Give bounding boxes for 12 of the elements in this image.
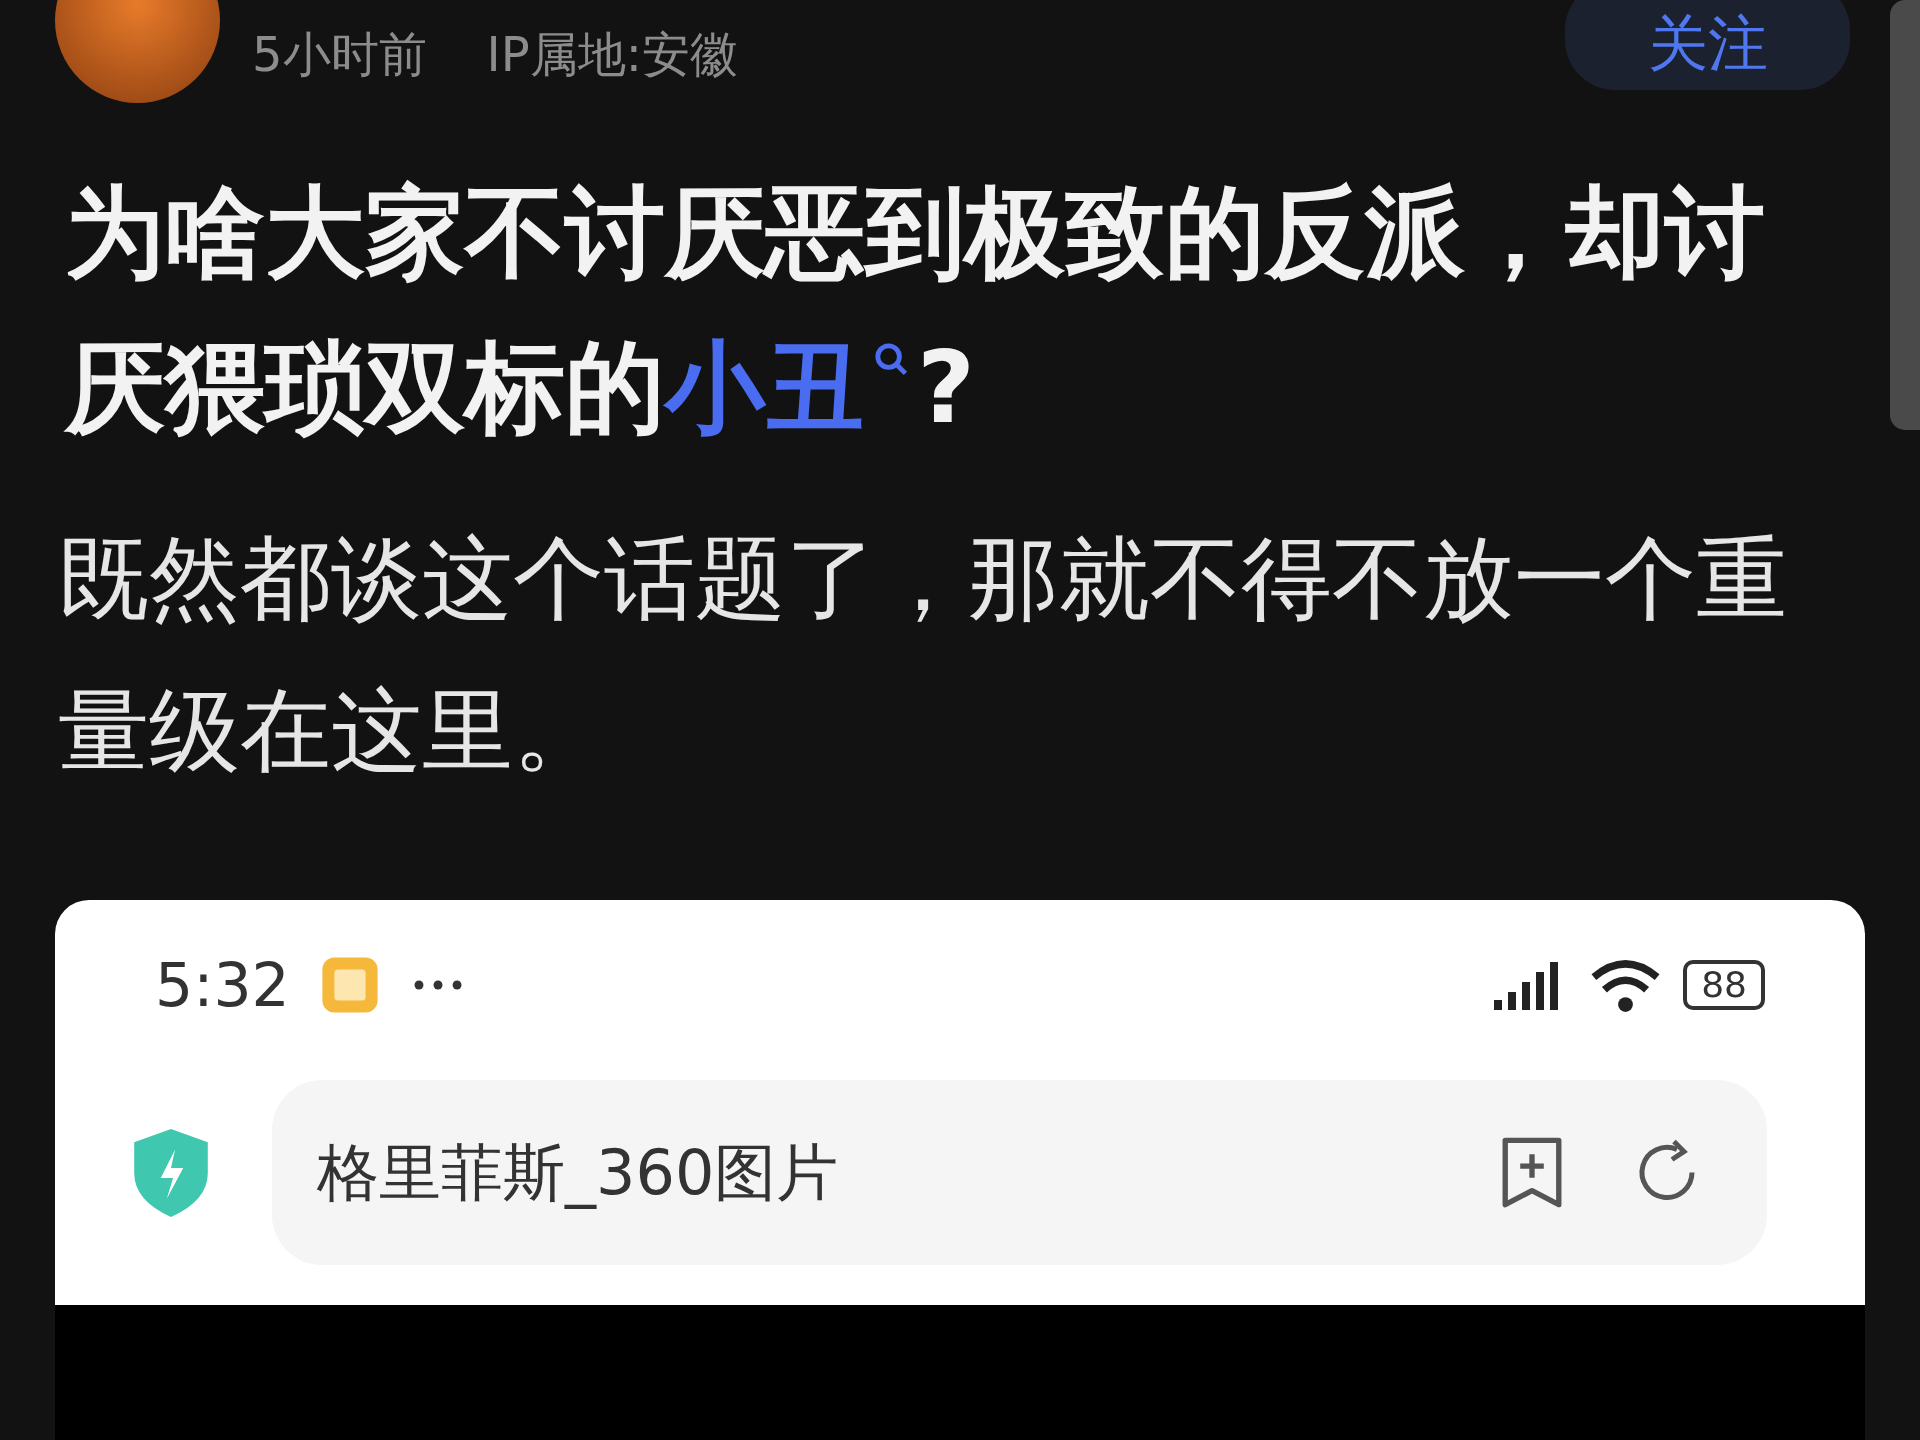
address-bar[interactable]: 格里菲斯_360图片 <box>272 1080 1767 1265</box>
post-title: 为啥大家不讨厌恶到极致的反派，却讨厌猥琐双标的小丑 ? <box>65 173 1766 448</box>
gallery-icon <box>319 955 380 1015</box>
keyword-link[interactable]: 小丑 <box>665 329 865 446</box>
post-time: 5小时前 <box>252 25 427 84</box>
search-icon <box>873 341 909 377</box>
follow-button[interactable]: 关注 <box>1565 0 1850 90</box>
address-text: 格里菲斯_360图片 <box>317 1134 839 1211</box>
ip-location: IP属地:安徽 <box>486 25 738 84</box>
post-body: 既然都谈这个话题了，那就不得不放一个重量级在这里。 <box>58 525 1788 785</box>
status-time: 5:32 <box>155 950 290 1020</box>
battery-indicator: 88 <box>1683 960 1765 1010</box>
